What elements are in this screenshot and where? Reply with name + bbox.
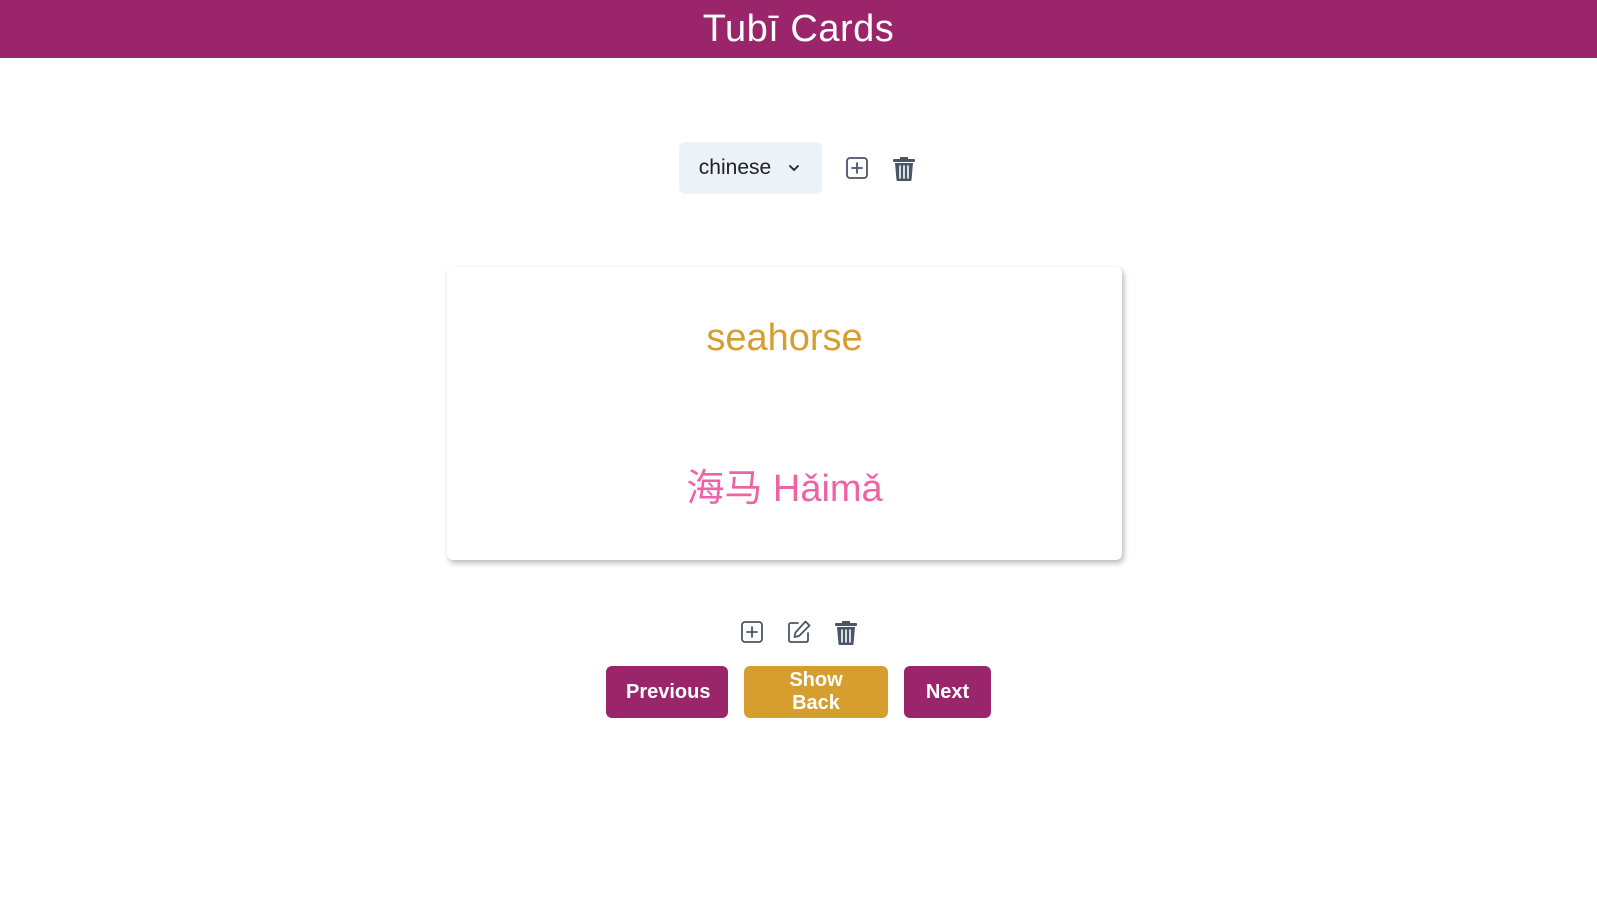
next-button[interactable]: Next xyxy=(904,666,991,718)
plus-square-icon xyxy=(845,157,868,179)
add-deck-button[interactable] xyxy=(842,153,872,183)
card-navigation: Previous Show Back Next xyxy=(0,666,1597,718)
delete-card-button[interactable] xyxy=(831,617,861,647)
app-title: Tubī Cards xyxy=(702,8,895,50)
delete-deck-button[interactable] xyxy=(889,153,919,183)
app-header: Tubī Cards xyxy=(0,0,1597,58)
trash-icon xyxy=(834,621,857,645)
card-front-text: seahorse xyxy=(706,317,863,359)
deck-select-value: chinese xyxy=(698,156,772,179)
card-back-text: 海马 Hǎimǎ xyxy=(686,468,883,510)
card-actions xyxy=(0,617,1597,647)
show-back-button[interactable]: Show Back xyxy=(744,666,888,718)
add-card-button[interactable] xyxy=(737,617,767,647)
flashcard[interactable]: seahorse 海马 Hǎimǎ xyxy=(447,267,1122,560)
previous-button[interactable]: Previous xyxy=(606,666,728,718)
trash-icon xyxy=(892,157,915,181)
deck-select[interactable]: chinese xyxy=(678,142,822,194)
deck-toolbar: chinese xyxy=(0,142,1597,194)
edit-icon xyxy=(787,620,810,643)
edit-card-button[interactable] xyxy=(784,617,814,647)
plus-square-icon xyxy=(740,621,763,643)
chevron-down-icon xyxy=(789,165,800,171)
